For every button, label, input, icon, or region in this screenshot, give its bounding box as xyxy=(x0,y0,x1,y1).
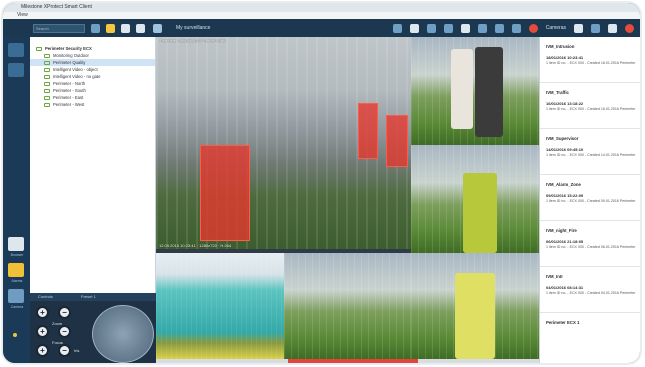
video-main[interactable]: Perimeter Security ECX Fence North 12.09… xyxy=(156,37,411,249)
rail-label-browser: Browser xyxy=(10,253,24,257)
event-item[interactable]: IVM_Alarm_Zone 09/01/2016 15:22:09 1 ite… xyxy=(540,175,640,221)
menu-item-view[interactable]: View xyxy=(17,12,28,18)
iris-open-button[interactable]: + xyxy=(36,344,49,357)
timeline-bar xyxy=(288,359,418,363)
camera-icon[interactable] xyxy=(8,289,24,303)
person xyxy=(451,49,473,129)
toolbar-left: Search xyxy=(3,23,153,33)
cameras-label: Cameras xyxy=(545,25,566,31)
tools-icon[interactable] xyxy=(8,63,24,77)
search-icon[interactable] xyxy=(443,23,453,33)
video-top-right[interactable] xyxy=(411,37,539,145)
event-item[interactable]: Perimeter ECX 1 xyxy=(540,313,640,359)
person xyxy=(463,173,497,253)
video-bottom-right[interactable] xyxy=(411,253,539,359)
tree-item[interactable]: Perimeter - South xyxy=(30,87,155,94)
title-bar: Milestone XProtect Smart Client xyxy=(3,3,640,12)
video-main-info: 12.09.2015 10:23:41 · 1280x720 · H.264 xyxy=(159,243,232,248)
event-item[interactable]: IVM_Supervisor 14/01/2016 09:45:10 1 ite… xyxy=(540,129,640,175)
toolbar: Search My surveillance Cameras xyxy=(3,19,640,37)
event-item[interactable]: IVM_night_Fire 06/01/2016 21:18:05 1 ite… xyxy=(540,221,640,267)
focus-in-button[interactable]: + xyxy=(36,325,49,338)
timeline[interactable] xyxy=(156,359,539,363)
zoom-out-button[interactable]: − xyxy=(58,306,71,319)
video-bottom-left[interactable] xyxy=(156,253,284,359)
fullscreen-icon[interactable] xyxy=(608,23,617,33)
ptz-panel: Controls Preset 1 + − Zoom + − Focus + −… xyxy=(30,293,156,363)
alarms-icon[interactable] xyxy=(8,263,24,277)
ptz-header: Controls Preset 1 xyxy=(30,293,156,301)
document-icon[interactable] xyxy=(121,23,130,33)
globe-icon[interactable] xyxy=(392,23,402,33)
menu-bar: View xyxy=(3,12,640,19)
zoom-in-button[interactable]: + xyxy=(36,306,49,319)
ptz-preset[interactable]: Preset 1 xyxy=(81,293,96,301)
alarm-icon[interactable] xyxy=(528,23,538,33)
camera-node-icon xyxy=(44,60,50,65)
tree-item[interactable]: Monitoring Outdoor xyxy=(30,52,155,59)
detection-box xyxy=(386,115,408,167)
app-window: Milestone XProtect Smart Client View Sea… xyxy=(3,3,640,363)
screen-icon[interactable] xyxy=(409,23,419,33)
camera-node-icon xyxy=(44,53,50,58)
toolbar-right: Cameras xyxy=(392,23,640,33)
status-dot xyxy=(13,333,17,337)
tree-item-selected[interactable]: Perimeter Quality xyxy=(30,59,155,66)
camera-node-icon xyxy=(44,102,50,107)
grid-icon[interactable] xyxy=(460,23,470,33)
download-icon[interactable] xyxy=(91,23,100,33)
search-input[interactable]: Search xyxy=(33,23,85,33)
pencil-icon[interactable] xyxy=(494,23,504,33)
layout-icon[interactable] xyxy=(574,23,583,33)
rail-label-camera: Camera xyxy=(10,305,24,309)
view-title: My surveillance xyxy=(176,25,211,31)
rail-label-alarms: Alarms xyxy=(11,279,23,283)
camera-tree: Perimeter Security ECX Monitoring Outdoo… xyxy=(30,37,156,293)
iris-close-button[interactable]: − xyxy=(58,344,71,357)
focus-out-button[interactable]: − xyxy=(58,325,71,338)
event-list: IVM_Intrusion 18/01/2016 10:23:41 1 item… xyxy=(539,37,640,363)
person xyxy=(455,273,495,359)
video-bottom-mid[interactable] xyxy=(284,253,411,359)
browser-icon[interactable] xyxy=(8,237,24,251)
folder-icon[interactable] xyxy=(106,23,115,33)
event-item[interactable]: IVM_Traffic 16/01/2016 13:18:22 1 item I… xyxy=(540,83,640,129)
home-icon[interactable] xyxy=(8,43,24,57)
tree-root[interactable]: Perimeter Security ECX xyxy=(30,45,155,52)
tree-item[interactable]: Perimeter - North xyxy=(30,80,155,87)
tree-item[interactable]: Perimeter - East xyxy=(30,94,155,101)
camera-node-icon xyxy=(44,67,50,72)
settings-icon[interactable] xyxy=(426,23,436,33)
iris-label: Iris xyxy=(74,348,80,353)
close-icon[interactable] xyxy=(625,23,634,33)
event-item[interactable]: IVM_Intr 04/01/2016 08:14:31 1 item ID n… xyxy=(540,267,640,313)
export-icon[interactable] xyxy=(591,23,600,33)
left-rail: Browser Alarms Camera xyxy=(3,37,30,363)
tree-item[interactable]: Intelligent Video - no gate xyxy=(30,73,155,80)
tree-item[interactable]: Perimeter - West xyxy=(30,101,155,108)
video-mid-right[interactable] xyxy=(411,145,539,253)
camera-node-icon xyxy=(44,74,50,79)
view-icon xyxy=(153,23,162,33)
person xyxy=(475,47,503,137)
detection-box xyxy=(200,145,250,241)
edit-icon[interactable] xyxy=(511,23,521,33)
camera-node-icon xyxy=(44,95,50,100)
tree-item[interactable]: Intelligent Video - object xyxy=(30,66,155,73)
detection-box xyxy=(358,103,378,159)
pen-icon[interactable] xyxy=(477,23,487,33)
folder-node-icon xyxy=(36,46,42,51)
camera-node-icon xyxy=(44,81,50,86)
ptz-joystick[interactable] xyxy=(92,305,154,363)
camera-node-icon xyxy=(44,88,50,93)
monitor-icon[interactable] xyxy=(136,23,145,33)
event-item[interactable]: IVM_Intrusion 18/01/2016 10:23:41 1 item… xyxy=(540,37,640,83)
video-main-label: Perimeter Security ECX Fence North xyxy=(160,38,226,43)
ptz-title: Controls xyxy=(38,294,53,299)
